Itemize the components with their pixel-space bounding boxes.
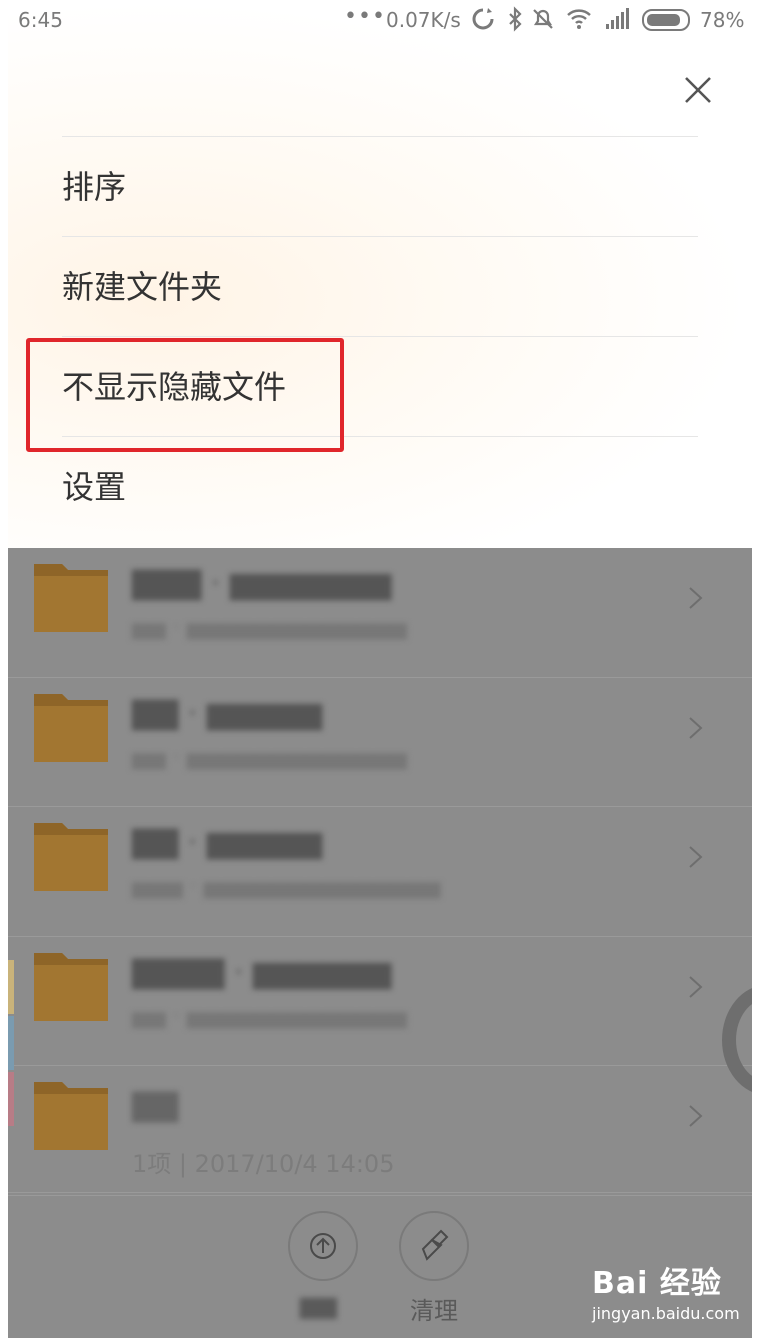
file-row[interactable]: ▇▇▇▇ · ▆▆▆▆▆▆ ▅▅ · ▅▅▅▅▅▅▅▅▅▅▅▅▅ [8,937,752,1067]
transfer-label: ▆▆ [300,1291,337,1319]
file-row-blurred-text: ▇▇▇▇ · ▆▆▆▆▆▆ ▅▅ · ▅▅▅▅▅▅▅▅▅▅▅▅▅ [132,954,407,1029]
edge-tab [8,1072,14,1126]
file-row[interactable]: ▇▇ · ▆▆▆▆▆ ▅▅ · ▅▅▅▅▅▅▅▅▅▅▅▅▅ [8,678,752,808]
screen: 6:45 ••• 0.07K/s 78% 排序 新建文件夹 不显示隐藏文件 设置… [8,0,752,1338]
folder-icon [34,693,108,762]
sync-icon [472,8,494,30]
clean-label: 清理 [410,1297,458,1325]
file-row-meta: 1项 | 2017/10/4 14:05 [132,1150,395,1179]
file-row[interactable]: ▇▇▇ · ▆▆▆▆▆▆▆ ▅▅ · ▅▅▅▅▅▅▅▅▅▅▅▅▅ [8,548,752,678]
battery-icon [642,9,690,31]
close-icon[interactable] [680,72,716,108]
options-sheet: 6:45 ••• 0.07K/s 78% 排序 新建文件夹 不显示隐藏文件 设置 [8,0,752,548]
file-row-blurred-text: ▇▇▇ · ▆▆▆▆▆▆▆ ▅▅ · ▅▅▅▅▅▅▅▅▅▅▅▅▅ [132,566,407,640]
file-list: ▇▇▇ · ▆▆▆▆▆▆▆ ▅▅ · ▅▅▅▅▅▅▅▅▅▅▅▅▅ ▇▇ · ▆▆… [8,548,752,1196]
options-menu: 排序 新建文件夹 不显示隐藏文件 设置 [62,136,698,536]
notification-dots: ••• [344,4,386,29]
chevron-right-icon [689,1105,703,1128]
folder-icon [34,952,108,1021]
chevron-right-icon [689,846,703,868]
chevron-right-icon [689,716,703,739]
upload-icon [310,1233,336,1259]
bluetooth-icon [509,6,522,32]
network-speed: 0.07K/s [386,8,461,32]
file-row-blurred-text: ▇▇ · ▆▆▆▆▆ ▅▅▅ · ▅▅▅▅▅▅▅▅▅▅▅▅▅▅ [132,825,441,900]
file-row[interactable]: ▇▇ 1项 | 2017/10/4 14:05 [8,1066,752,1196]
transfer-button[interactable] [288,1211,358,1281]
folder-icon [34,823,108,892]
baidu-watermark: Bai 经验 jingyan.baidu.com [592,1258,740,1323]
file-row-blurred-name: ▇▇ [132,1088,179,1124]
highlight-box [26,338,344,452]
clean-button[interactable] [399,1211,469,1281]
chevron-right-icon [689,587,703,609]
file-row[interactable]: ▇▇ · ▆▆▆▆▆ ▅▅▅ · ▅▅▅▅▅▅▅▅▅▅▅▅▅▅ [8,807,752,937]
folder-icon [34,564,108,632]
edge-tab [8,960,14,1014]
battery-percent: 78% [700,8,745,32]
file-row-blurred-text: ▇▇ · ▆▆▆▆▆ ▅▅ · ▅▅▅▅▅▅▅▅▅▅▅▅▅ [132,695,407,770]
wifi-icon [567,9,591,29]
menu-item-sort[interactable]: 排序 [62,136,698,236]
watermark-brand: Bai 经验 [592,1266,722,1301]
watermark-url: jingyan.baidu.com [592,1304,740,1323]
folder-icon [34,1082,108,1151]
menu-item-new-folder[interactable]: 新建文件夹 [62,236,698,336]
status-bar: 6:45 ••• 0.07K/s 78% [8,0,752,44]
signal-icon [606,8,629,29]
status-time: 6:45 [18,8,63,32]
edge-tab [8,1016,14,1070]
silent-bell-icon [533,9,553,29]
broom-icon [421,1229,449,1261]
chevron-right-icon [689,976,703,998]
